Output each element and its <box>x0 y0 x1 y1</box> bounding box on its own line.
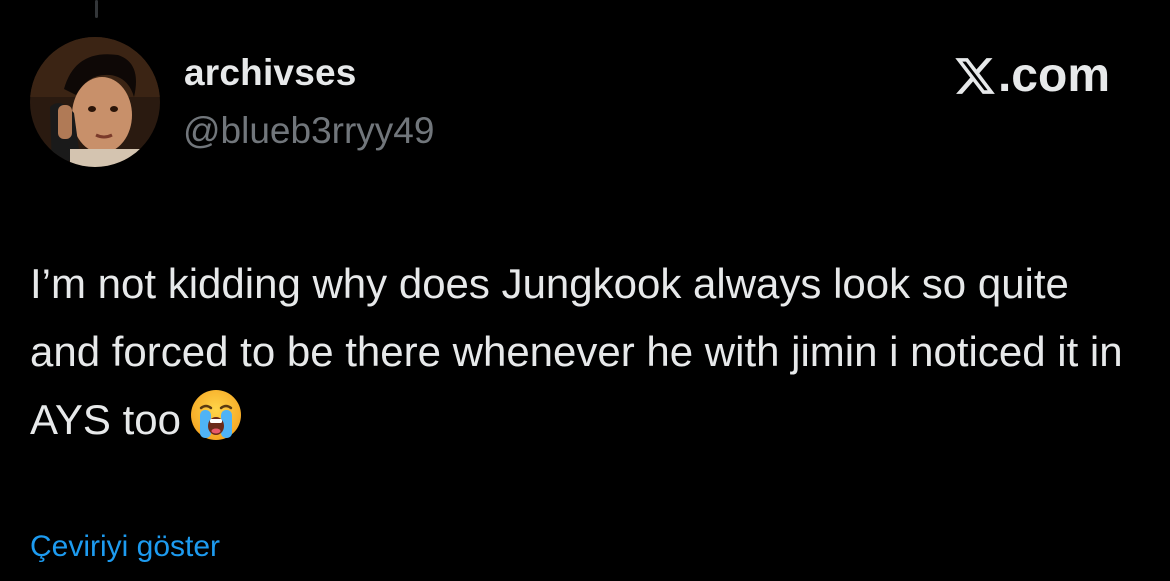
loudly-crying-face-icon <box>189 388 243 442</box>
brand-watermark: .com <box>953 50 1110 102</box>
thread-connector-line <box>95 0 98 18</box>
author-handle[interactable]: @blueb3rryy49 <box>183 110 434 152</box>
tweet-body: I’m not kidding why does Jungkook always… <box>30 250 1150 454</box>
profile-photo-avatar <box>30 37 160 167</box>
author-avatar[interactable] <box>30 37 160 167</box>
brand-domain-text: .com <box>997 49 1110 102</box>
x-logo-icon <box>955 58 995 94</box>
show-translation-link[interactable]: Çeviriyi göster <box>30 530 220 564</box>
author-display-name[interactable]: archivses <box>184 52 357 94</box>
